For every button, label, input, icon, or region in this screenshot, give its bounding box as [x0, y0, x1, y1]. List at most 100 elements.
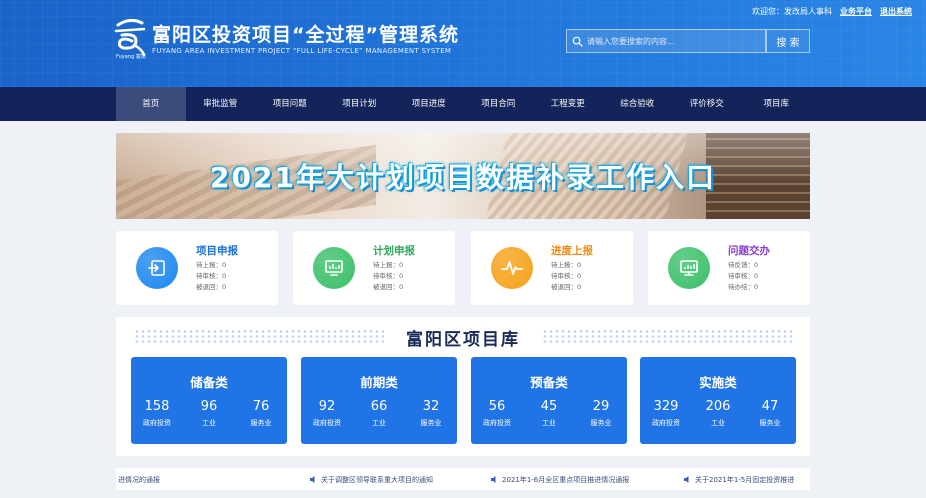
library-stat-label: 服务业 [759, 419, 781, 427]
site-header: Fuyang 富阳 富阳区投资项目“全过程”管理系统 FUYANG AREA I… [0, 0, 926, 87]
notice-item[interactable]: 关于2021年1-5月固定投资推进 [684, 475, 794, 485]
notice-text: 关于2021年1-5月固定投资推进 [695, 476, 795, 484]
speaker-icon [684, 476, 692, 485]
library-stat[interactable]: 96 工业 [183, 399, 235, 428]
quick-card-stat: 待审核：0 [551, 272, 582, 280]
library-stat[interactable]: 329 政府投资 [640, 399, 692, 428]
quick-card-title: 进度上报 [551, 245, 593, 257]
library-stat-number: 206 [705, 399, 731, 414]
quick-card-stat: 待审核：0 [728, 272, 759, 280]
nav-item[interactable]: 综合验收 [603, 87, 673, 121]
library-stat[interactable]: 76 服务业 [235, 399, 287, 428]
nav-item[interactable]: 工程变更 [533, 87, 603, 121]
library-stat[interactable]: 45 工业 [523, 399, 575, 428]
library-title: 富阳区项目库 [406, 330, 520, 350]
nav-item[interactable]: 项目计划 [325, 87, 395, 121]
library-category-card[interactable]: 储备类 158 政府投资 96 工业 76 服务业 [131, 357, 287, 444]
library-stat-label: 服务业 [420, 419, 442, 427]
quick-card-title: 项目申报 [196, 245, 238, 257]
banner-title: 2021年大计划项目数据补录工作入口 [210, 161, 716, 194]
library-stat-number: 66 [370, 399, 388, 414]
library-stat-label: 服务业 [250, 419, 272, 427]
top-links: 欢迎您：发改局人事科 业务平台 退出系统 [752, 6, 912, 17]
quick-card-stats: 待反馈：0 待审核：0 待办结：0 [728, 260, 758, 293]
quick-card-title: 问题交办 [728, 245, 770, 257]
nav-item[interactable]: 项目库 [742, 87, 812, 121]
search-box [566, 29, 766, 53]
library-stat-number: 158 [144, 399, 170, 414]
library-stat-label: 工业 [372, 419, 386, 427]
nav-item[interactable]: 审批监管 [186, 87, 256, 121]
library-stat-number: 47 [761, 399, 779, 414]
quick-card-stat: 待办结：0 [728, 283, 759, 291]
quick-card-stat: 待上报：0 [196, 261, 227, 269]
library-stat-number: 329 [653, 399, 679, 414]
pulse-icon [491, 247, 533, 289]
quick-card-stat: 待上报：0 [373, 261, 404, 269]
page-subtitle: FUYANG AREA INVESTMENT PROJECT “FULL LIF… [152, 47, 452, 55]
logout-link[interactable]: 退出系统 [880, 6, 912, 17]
library-stat[interactable]: 32 服务业 [405, 399, 457, 428]
library-stat[interactable]: 56 政府投资 [471, 399, 523, 428]
library-stat[interactable]: 29 服务业 [575, 399, 627, 428]
notice-text: 进情况的通报 [118, 476, 160, 484]
library-category-card[interactable]: 前期类 92 政府投资 66 工业 32 服务业 [301, 357, 457, 444]
speaker-icon [491, 476, 499, 485]
library-stat-number: 45 [540, 399, 558, 414]
library-stat[interactable]: 92 政府投资 [301, 399, 353, 428]
nav-item[interactable]: 首页 [116, 87, 186, 121]
library-stat-label: 政府投资 [652, 419, 680, 427]
quick-card[interactable]: 项目申报待上报：0 待审核：0 被退回：0 [116, 231, 278, 305]
quick-card-stats: 待上报：0 待审核：0 被退回：0 [551, 260, 581, 293]
search-input[interactable] [587, 31, 765, 51]
quick-card-stat: 待审核：0 [373, 272, 404, 280]
library-stat-number: 92 [318, 399, 336, 414]
quick-card-stat: 待反馈：0 [728, 261, 759, 269]
quick-card-stats: 待上报：0 待审核：0 被退回：0 [196, 260, 226, 293]
main-nav: 首页 审批监管 项目问题 项目计划 项目进度 项目合同 工程变更 综合验收 评价移交 项目库 [0, 87, 926, 121]
data-entry-banner[interactable]: 2021年大计划项目数据补录工作入口 [116, 133, 810, 219]
quick-card[interactable]: 计划申报 待上报：0 待审核：0 被退回：0 [293, 231, 455, 305]
library-category-card[interactable]: 实施类 329 政府投资 206 工业 47 服务业 [640, 357, 796, 444]
library-category-title: 实施类 [699, 375, 737, 390]
library-stat-label: 政府投资 [483, 419, 511, 427]
quick-card-stat: 被退回：0 [373, 283, 404, 291]
nav-list: 首页 审批监管 项目问题 项目计划 项目进度 项目合同 工程变更 综合验收 评价移交 项目库 [116, 87, 811, 121]
business-platform-link[interactable]: 业务平台 [840, 6, 872, 17]
project-library: 富阳区项目库 储备类 158 政府投资 96 工业 76 服务业 前期类 92 政府投资 66 工业 3… [116, 317, 810, 456]
notice-item[interactable]: 2021年1-6月全区重点项目推进情况通报 [491, 475, 629, 485]
logo-text: Fuyang 富阳 [116, 54, 146, 60]
library-stat-label: 服务业 [590, 419, 612, 427]
quick-card-stat: 被退回：0 [551, 283, 582, 291]
search-button[interactable]: 搜 索 [766, 29, 810, 53]
quick-card[interactable]: 进度上报待上报：0 待审核：0 被退回：0 [471, 231, 633, 305]
library-stat[interactable]: 206 工业 [692, 399, 744, 428]
nav-item[interactable]: 项目合同 [464, 87, 534, 121]
nav-item[interactable]: 项目进度 [394, 87, 464, 121]
notice-item[interactable]: 关于调整区领导联系重大项目的通知 [310, 475, 433, 485]
library-stats: 56 政府投资 45 工业 29 服务业 [471, 399, 627, 428]
library-stat-label: 政府投资 [143, 419, 171, 427]
quick-card-stat: 待上报：0 [551, 261, 582, 269]
import-icon [136, 247, 178, 289]
library-category-card[interactable]: 预备类 56 政府投资 45 工业 29 服务业 [471, 357, 627, 444]
quick-card-stat: 待审核：0 [196, 272, 227, 280]
library-stat[interactable]: 158 政府投资 [131, 399, 183, 428]
library-stat[interactable]: 47 服务业 [744, 399, 796, 428]
page-title: 富阳区投资项目“全过程”管理系统 [152, 24, 459, 46]
nav-item[interactable]: 评价移交 [672, 87, 742, 121]
speaker-icon [310, 476, 318, 485]
welcome-text: 欢迎您：发改局人事科 [752, 7, 832, 16]
library-category-title: 预备类 [530, 375, 568, 390]
notice-text: 关于调整区领导联系重大项目的通知 [321, 476, 433, 484]
library-stat[interactable]: 66 工业 [353, 399, 405, 428]
library-stat-label: 工业 [542, 419, 556, 427]
library-stat-number: 32 [422, 399, 440, 414]
notice-item[interactable]: 进情况的通报 [118, 475, 160, 485]
quick-card-stat: 被退回：0 [196, 283, 227, 291]
quick-card[interactable]: 问题交办待反馈：0 待审核：0 待办结：0 [648, 231, 810, 305]
library-stats: 92 政府投资 66 工业 32 服务业 [301, 399, 457, 428]
library-stat-label: 政府投资 [313, 419, 341, 427]
nav-item[interactable]: 项目问题 [255, 87, 325, 121]
library-stats: 329 政府投资 206 工业 47 服务业 [640, 399, 796, 428]
